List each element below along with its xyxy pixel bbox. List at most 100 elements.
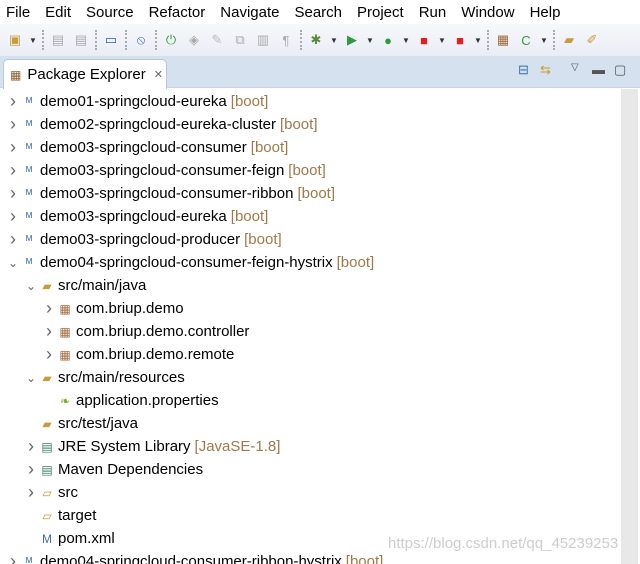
menu-navigate[interactable]: Navigate	[220, 4, 279, 21]
chevron-right-icon[interactable]: ›	[6, 183, 20, 204]
tree-item[interactable]: ⌄ ▰ src/main/resources	[24, 366, 185, 389]
tree-item[interactable]: › ᴹ demo03-springcloud-consumer-feign [boot…	[6, 159, 326, 182]
chevron-right-icon[interactable]: ›	[24, 459, 38, 480]
tree-item[interactable]: › ᴹ demo03-springcloud-eureka [boot]	[6, 205, 268, 228]
chevron-right-icon[interactable]: ›	[42, 321, 56, 342]
compare-icon[interactable]: ⧉	[231, 31, 249, 49]
debug-icon[interactable]: ✱	[307, 31, 325, 49]
maven-project-icon: ᴹ	[25, 163, 33, 178]
terminal-icon[interactable]: ▭	[102, 31, 120, 49]
dropdown-arrow-icon[interactable]: ▼	[540, 36, 548, 45]
tree-item-label: JRE System Library	[58, 438, 191, 455]
tree-item[interactable]: › ᴹ demo03-springcloud-consumer [boot]	[6, 136, 288, 159]
menu-edit[interactable]: Edit	[45, 4, 71, 21]
tab-package-explorer[interactable]: ▦ Package Explorer ✕	[3, 59, 167, 89]
chevron-right-icon[interactable]: ›	[24, 482, 38, 503]
edit-icon[interactable]: ✎	[208, 31, 226, 49]
tree-item[interactable]: › ▦ com.briup.demo.controller	[42, 320, 249, 343]
dropdown-arrow-icon[interactable]: ▼	[366, 36, 374, 45]
block-icon[interactable]: ▥	[254, 31, 272, 49]
tree-item[interactable]: › ᴹ demo03-springcloud-producer [boot]	[6, 228, 282, 251]
collapse-all-icon[interactable]: ⊟	[518, 62, 529, 78]
spring-boot-icon[interactable]: ⏻	[162, 31, 180, 49]
tree-item[interactable]: ❧ application.properties	[42, 389, 219, 412]
pilcrow-icon[interactable]: ¶	[277, 31, 295, 49]
run-icon[interactable]: ▶	[343, 31, 361, 49]
tree-item[interactable]: ⌄ ▰ src/main/java	[24, 274, 146, 297]
menu-run[interactable]: Run	[419, 4, 447, 21]
pen-icon[interactable]: ✐	[583, 31, 601, 49]
maven-project-icon: ᴹ	[25, 255, 33, 270]
dropdown-arrow-icon[interactable]: ▼	[402, 36, 410, 45]
source-folder-icon: ▰	[42, 278, 52, 293]
save-icon[interactable]: ▤	[49, 31, 67, 49]
toggle-mark-icon[interactable]: ◈	[185, 31, 203, 49]
tree-item[interactable]: › ▱ src	[24, 481, 78, 504]
chevron-right-icon[interactable]: ›	[6, 229, 20, 250]
tree-item[interactable]: ⌄ ᴹ demo04-springcloud-consumer-feign-hyst…	[6, 251, 374, 274]
tree-item-decoration: [boot]	[230, 93, 269, 110]
new-icon[interactable]: ▣	[6, 31, 24, 49]
chevron-right-icon[interactable]: ›	[6, 551, 20, 564]
link-with-editor-icon[interactable]: ⇆	[540, 62, 551, 78]
toolbar-separator	[42, 30, 44, 50]
package-tree: › ᴹ demo01-springcloud-eureka [boot] › ᴹ demo0…	[0, 89, 620, 564]
tree-item-label: application.properties	[76, 392, 219, 409]
tree-item-label: src	[58, 484, 78, 501]
chevron-down-icon[interactable]: ⌄	[6, 256, 20, 270]
save-all-icon[interactable]: ▤	[72, 31, 90, 49]
tree-item[interactable]: ▱ target	[24, 504, 96, 527]
run-tools-icon[interactable]: ■	[451, 31, 469, 49]
tree-item[interactable]: › ▦ com.briup.demo.remote	[42, 343, 234, 366]
maven-project-icon: ᴹ	[25, 232, 33, 247]
tree-item[interactable]: › ᴹ demo02-springcloud-eureka-cluster [boot…	[6, 113, 317, 136]
tree-item-label: src/test/java	[58, 415, 139, 432]
tree-item[interactable]: › ▤ JRE System Library [JavaSE-1.8]	[24, 435, 280, 458]
tree-item-label: com.briup.demo.controller	[76, 323, 250, 340]
menu-window[interactable]: Window	[461, 4, 514, 21]
tree-item[interactable]: › ᴹ demo03-springcloud-consumer-ribbon [boo…	[6, 182, 335, 205]
chevron-down-icon[interactable]: ⌄	[24, 371, 38, 385]
chevron-right-icon[interactable]: ›	[42, 344, 56, 365]
chevron-right-icon[interactable]: ›	[6, 91, 20, 112]
minimize-icon[interactable]: ▬	[592, 62, 605, 77]
vertical-scrollbar[interactable]	[621, 89, 638, 564]
new-class-icon[interactable]: C	[517, 31, 535, 49]
tree-item[interactable]: › ▦ com.briup.demo	[42, 297, 184, 320]
run-server-icon[interactable]: ●	[379, 31, 397, 49]
chevron-right-icon[interactable]: ›	[24, 436, 38, 457]
open-folder-icon[interactable]: ▰	[560, 31, 578, 49]
skip-breakpoints-icon[interactable]: ⦸	[132, 31, 150, 49]
new-package-icon[interactable]: ▦	[494, 31, 512, 49]
maven-project-icon: ᴹ	[25, 186, 33, 201]
tree-item-label: target	[58, 507, 97, 524]
close-icon[interactable]: ✕	[154, 68, 163, 81]
tree-item[interactable]: › ᴹ demo04-springcloud-consumer-ribbon-hys…	[6, 550, 383, 564]
tree-item[interactable]: › ▤ Maven Dependencies	[24, 458, 203, 481]
view-menu-icon[interactable]: ▽	[571, 62, 579, 73]
menu-refactor[interactable]: Refactor	[149, 4, 206, 21]
chevron-right-icon[interactable]: ›	[6, 114, 20, 135]
chevron-right-icon[interactable]: ›	[42, 298, 56, 319]
chevron-right-icon[interactable]: ›	[6, 160, 20, 181]
tree-item[interactable]: › ᴹ demo01-springcloud-eureka [boot]	[6, 90, 268, 113]
chevron-right-icon[interactable]: ›	[6, 206, 20, 227]
stop-icon[interactable]: ■	[415, 31, 433, 49]
tree-item-decoration: [boot]	[297, 185, 335, 202]
maximize-icon[interactable]: ▢	[614, 62, 626, 78]
dropdown-arrow-icon[interactable]: ▼	[474, 36, 482, 45]
tree-item[interactable]: ▰ src/test/java	[24, 412, 138, 435]
tree-item-label: src/main/resources	[58, 369, 185, 386]
menu-project[interactable]: Project	[357, 4, 404, 21]
dropdown-arrow-icon[interactable]: ▼	[438, 36, 446, 45]
menu-source[interactable]: Source	[86, 4, 134, 21]
chevron-down-icon[interactable]: ⌄	[24, 279, 38, 293]
dropdown-arrow-icon[interactable]: ▼	[330, 36, 338, 45]
tree-item-decoration: [boot]	[244, 231, 282, 248]
menu-help[interactable]: Help	[530, 4, 561, 21]
chevron-right-icon[interactable]: ›	[6, 137, 20, 158]
menu-file[interactable]: File	[6, 4, 30, 21]
menu-search[interactable]: Search	[294, 4, 342, 21]
dropdown-arrow-icon[interactable]: ▼	[29, 36, 37, 45]
tree-item[interactable]: Mpom.xml	[24, 527, 115, 550]
